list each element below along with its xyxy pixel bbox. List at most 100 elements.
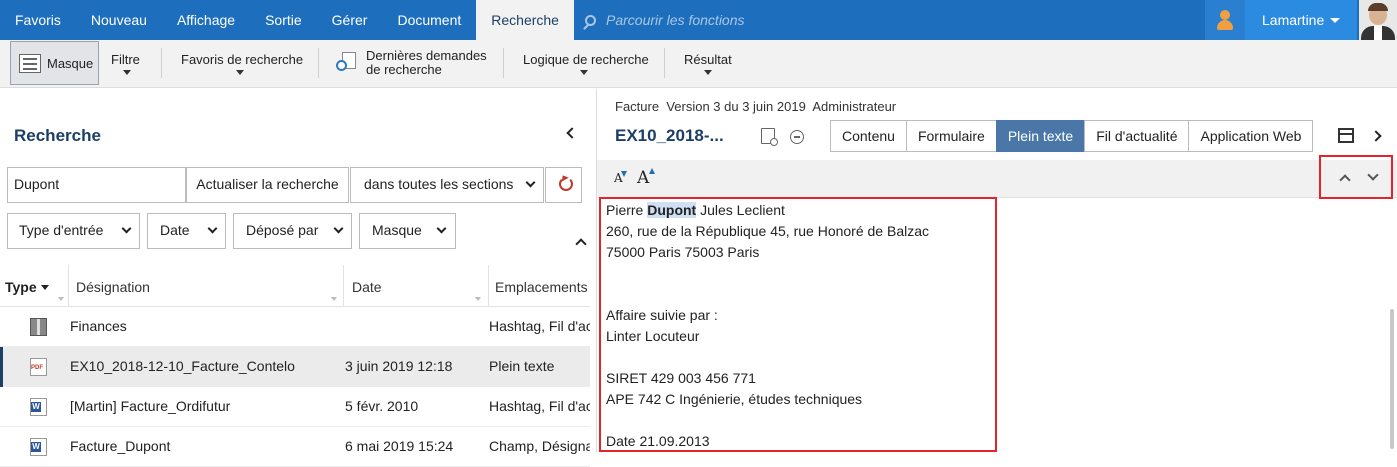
dernieres-label-1: Dernières demandes <box>366 48 487 63</box>
chevron-right-icon[interactable] <box>1370 130 1382 142</box>
row-name: [Martin] Facture_Ordifutur <box>70 398 231 414</box>
fulltext-line: SIRET 429 003 456 771 <box>606 370 756 386</box>
user-profile-button[interactable] <box>1205 0 1245 40</box>
next-hit-chevron-down-icon[interactable] <box>1367 169 1379 181</box>
column-designation[interactable]: Désignation <box>76 279 150 295</box>
vertical-scrollbar[interactable] <box>1390 309 1394 449</box>
filter-depose-par-label: Déposé par <box>246 222 319 238</box>
fulltext-line: Linter Locuteur <box>606 328 700 344</box>
reset-search-button[interactable] <box>545 167 582 203</box>
favoris-recherche-button[interactable]: Favoris de recherche <box>181 40 303 88</box>
divider <box>503 48 504 78</box>
fulltext-line: Date 21.09.2013 <box>606 433 710 449</box>
chevron-down-icon <box>207 223 218 234</box>
filter-date[interactable]: Date <box>147 213 226 249</box>
document-author: Administrateur <box>812 99 897 114</box>
link-icon[interactable] <box>790 130 804 144</box>
tab-contenu[interactable]: Contenu <box>830 120 906 152</box>
table-row[interactable]: [Martin] Facture_Ordifutur 5 févr. 2010 … <box>0 387 590 427</box>
row-name: Finances <box>70 318 127 334</box>
person-icon <box>1220 10 1230 20</box>
document-meta: Facture Version 3 du 3 juin 2019 Adminis… <box>615 99 896 114</box>
user-menu[interactable]: Lamartine <box>1245 0 1357 40</box>
filtre-label: Filtre <box>111 52 140 67</box>
row-date: 5 févr. 2010 <box>345 398 419 414</box>
chevron-down-icon <box>121 223 132 234</box>
top-navigation-bar: Favoris Nouveau Affichage Sortie Gérer D… <box>0 0 1397 40</box>
fulltext-toolbar: A A <box>597 160 1397 198</box>
resultat-button[interactable]: Résultat <box>684 40 736 88</box>
fulltext-line: 260, rue de la République 45, rue Honoré… <box>606 223 929 239</box>
filtre-button[interactable]: Filtre <box>110 40 144 88</box>
pdf-icon <box>30 358 47 376</box>
collapse-filters-chevron-up-icon[interactable] <box>575 238 587 250</box>
document-version: Version 3 du 3 juin 2019 <box>666 99 806 114</box>
column-type[interactable]: Type <box>5 279 37 295</box>
search-hit-highlight: Dupont <box>647 202 697 218</box>
menu-nouveau[interactable]: Nouveau <box>76 0 162 40</box>
row-location: Plein texte <box>489 358 555 374</box>
table-row[interactable]: EX10_2018-12-10_Facture_Contelo 3 juin 2… <box>0 347 590 387</box>
row-date: 3 juin 2019 12:18 <box>345 358 453 374</box>
menu-favoris[interactable]: Favoris <box>0 0 76 40</box>
folder-icon <box>30 318 47 336</box>
document-type: Facture <box>615 99 660 114</box>
user-name: Lamartine <box>1262 12 1325 28</box>
function-search-input[interactable]: Parcourir les fonctions <box>585 0 745 40</box>
reset-icon <box>559 177 573 191</box>
tab-fil-actualite[interactable]: Fil d'actualité <box>1084 120 1189 152</box>
row-name: EX10_2018-12-10_Facture_Contelo <box>70 358 295 374</box>
divider <box>161 48 162 78</box>
search-query-input[interactable]: Dupont <box>7 167 186 203</box>
table-row[interactable]: Facture_Dupont 6 mai 2019 15:24 Champ, D… <box>0 427 590 467</box>
masque-label: Masque <box>47 56 94 71</box>
word-icon <box>30 398 47 416</box>
list-icon <box>19 54 41 73</box>
search-panel: Recherche Dupont Actualiser la recherche… <box>0 89 596 467</box>
row-location: Hashtag, Fil d'ac <box>489 398 590 414</box>
avatar[interactable] <box>1359 0 1397 40</box>
increase-font-icon[interactable]: A <box>637 168 649 188</box>
collapse-panel-chevron-left-icon[interactable] <box>566 127 578 139</box>
tab-formulaire[interactable]: Formulaire <box>905 120 996 152</box>
masque-button[interactable]: Masque <box>10 41 99 85</box>
search-icon <box>585 15 596 26</box>
sort-descending-icon <box>41 285 49 290</box>
menu-gerer[interactable]: Gérer <box>317 0 383 40</box>
results-table-header: Type Désignation Date Emplacements <box>0 265 590 307</box>
refresh-search-button[interactable]: Actualiser la recherche <box>186 167 349 203</box>
resultat-label: Résultat <box>684 52 732 67</box>
table-row[interactable]: Finances Hashtag, Fil d'ac <box>0 307 590 347</box>
function-search-placeholder: Parcourir les fonctions <box>606 12 745 28</box>
word-icon <box>30 438 47 456</box>
previous-hit-chevron-up-icon[interactable] <box>1339 174 1351 186</box>
column-date[interactable]: Date <box>352 279 382 295</box>
logique-recherche-button[interactable]: Logique de recherche <box>523 40 649 88</box>
document-preview-panel: Facture Version 3 du 3 juin 2019 Adminis… <box>596 89 1397 452</box>
fulltext-content: Pierre Dupont Jules Leclient 260, rue de… <box>599 197 997 452</box>
arrow-up-icon <box>649 168 655 174</box>
scope-value: dans toutes les sections <box>364 176 514 192</box>
panel-layout-icon[interactable] <box>1338 128 1354 143</box>
menu-document[interactable]: Document <box>382 0 476 40</box>
dernieres-demandes-button[interactable]: Dernières demandes de recherche <box>336 40 496 88</box>
filter-masque[interactable]: Masque <box>359 213 456 249</box>
menu-affichage[interactable]: Affichage <box>162 0 250 40</box>
divider <box>318 48 319 78</box>
menu-sortie[interactable]: Sortie <box>250 0 317 40</box>
filter-depose-par[interactable]: Déposé par <box>233 213 352 249</box>
caret-down-icon <box>1330 18 1341 23</box>
document-info-icon[interactable] <box>761 128 778 146</box>
caret-down-icon <box>704 70 712 75</box>
recent-search-icon <box>336 52 358 74</box>
dernieres-label-2: de recherche <box>366 62 442 77</box>
scope-select[interactable]: dans toutes les sections <box>350 167 544 203</box>
tab-application-web[interactable]: Application Web <box>1188 120 1314 152</box>
filter-date-label: Date <box>160 222 190 238</box>
tab-plein-texte[interactable]: Plein texte <box>995 120 1085 152</box>
filter-type-entree[interactable]: Type d'entrée <box>7 213 140 249</box>
menu-recherche[interactable]: Recherche <box>476 0 574 40</box>
hit-navigation-box <box>1319 155 1393 199</box>
document-title: EX10_2018-... <box>615 126 724 145</box>
column-emplacements[interactable]: Emplacements <box>495 279 588 295</box>
